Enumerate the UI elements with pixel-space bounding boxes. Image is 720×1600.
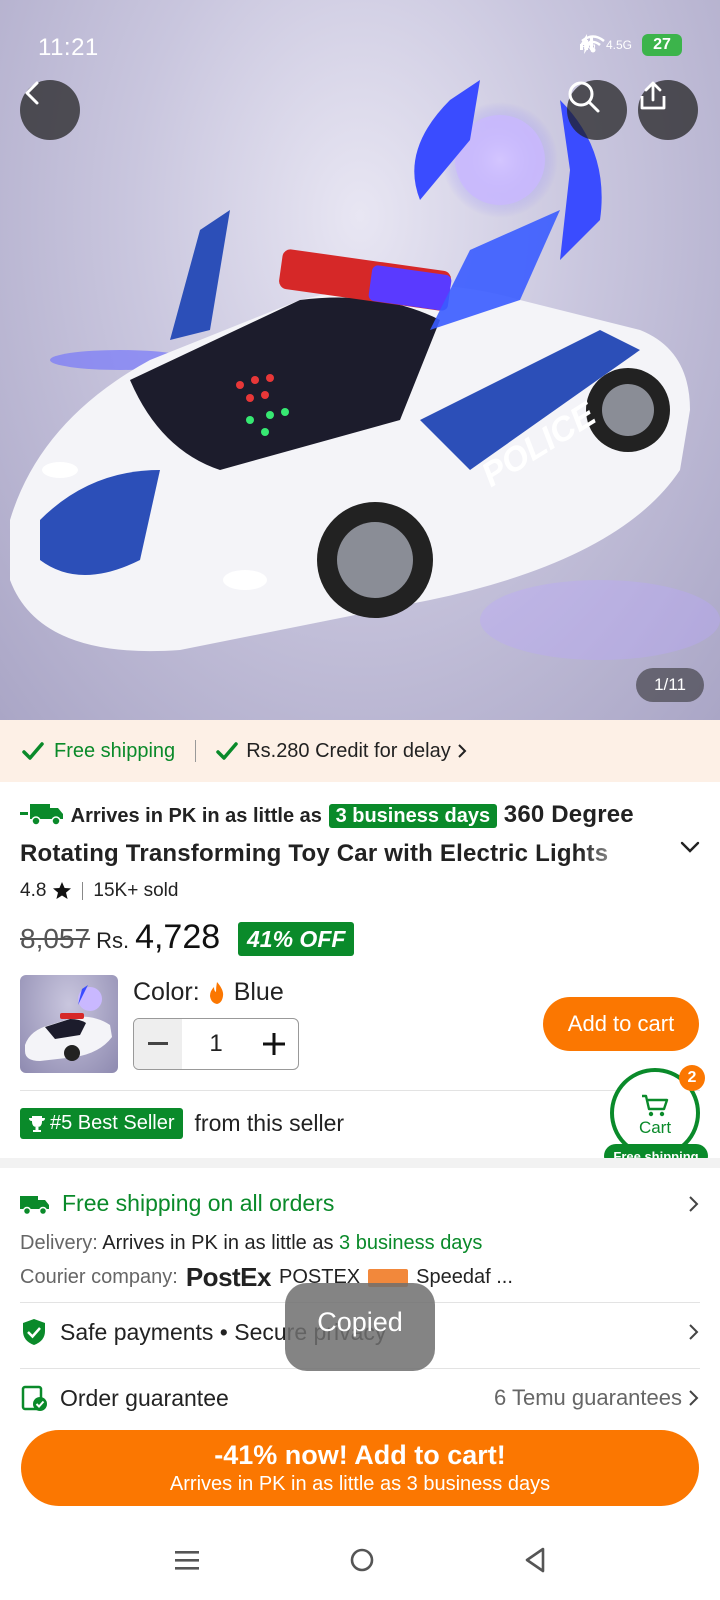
system-nav-bar	[0, 1520, 720, 1600]
section-gap	[0, 1158, 720, 1168]
quantity-value[interactable]: 1	[182, 1019, 250, 1069]
trophy-icon	[29, 1115, 45, 1132]
cart-label: Cart	[638, 1118, 672, 1137]
free-shipping-row[interactable]: Free shipping on all orders	[20, 1190, 700, 1217]
color-selector[interactable]: Color: Blue	[133, 978, 284, 1007]
status-time: 11:21	[38, 34, 99, 61]
copied-toast: Copied	[285, 1283, 435, 1371]
delay-credit-label: Rs.280 Credit for delay	[246, 739, 451, 762]
price-row: 8,057 Rs. 4,728	[20, 918, 220, 957]
color-label: Color:	[133, 978, 200, 1006]
bottom-add-to-cart-button[interactable]: -41% now! Add to cart! Arrives in PK in …	[21, 1430, 699, 1506]
search-icon	[568, 81, 600, 113]
star-icon	[53, 882, 72, 899]
delivery-text: Arrives in PK in as little as	[102, 1232, 334, 1254]
courier-label: Courier company:	[20, 1266, 178, 1288]
discount-badge: 41% OFF	[238, 922, 355, 956]
check-icon	[22, 742, 44, 760]
currency-label: Rs.	[96, 928, 130, 953]
shield-check-icon	[23, 1319, 45, 1345]
chevron-right-icon	[689, 1390, 699, 1406]
rating-value: 4.8	[20, 880, 47, 901]
share-button[interactable]	[638, 80, 698, 140]
plus-icon	[263, 1033, 285, 1055]
product-image-gallery[interactable]: POLICE 11:21 4G 4.5G 27	[0, 0, 720, 720]
menu-icon[interactable]	[174, 1549, 200, 1571]
back-nav-icon[interactable]	[524, 1547, 546, 1573]
original-price: 8,057	[20, 923, 91, 954]
cart-count-badge: 2	[679, 1065, 705, 1091]
quantity-decrease-button[interactable]	[134, 1019, 182, 1069]
section-divider	[20, 1090, 700, 1091]
title-fade	[580, 830, 670, 870]
cta-subtext: Arrives in PK in as little as 3 business…	[169, 1473, 551, 1495]
order-guarantee-row[interactable]: Order guarantee 6 Temu guarantees	[20, 1384, 700, 1412]
clipboard-check-icon	[21, 1385, 47, 1411]
delivery-truck-icon	[20, 804, 63, 826]
chevron-left-icon	[25, 81, 39, 105]
arrives-badge: 3 business days	[328, 804, 498, 828]
rating-row[interactable]: 4.8 15K+ sold	[20, 880, 178, 902]
check-icon	[216, 742, 238, 760]
color-value: Blue	[233, 978, 284, 1006]
arrives-prefix: Arrives in PK in as little as	[70, 805, 322, 827]
best-seller-suffix: from this seller	[194, 1110, 345, 1136]
quantity-increase-button[interactable]	[250, 1019, 298, 1069]
courier-info: Courier company: PostEx POSTEX Speedaf .…	[20, 1262, 513, 1293]
best-seller-label: #5 Best Seller	[50, 1112, 175, 1134]
chevron-right-icon	[458, 744, 467, 758]
strip-divider	[195, 740, 197, 762]
network-45g-label: 4.5G	[605, 38, 632, 52]
delivery-days: 3 business days	[339, 1232, 483, 1254]
cart-icon	[642, 1094, 669, 1117]
rating-divider	[82, 882, 84, 900]
chevron-right-icon	[689, 1195, 699, 1212]
flame-icon	[209, 981, 223, 1004]
status-bar: 11:21 4G 4.5G 27	[0, 0, 720, 90]
search-button[interactable]	[567, 80, 627, 140]
minus-icon	[148, 1042, 168, 1045]
home-icon[interactable]	[349, 1547, 375, 1573]
best-seller-row[interactable]: #5 Best Seller from this seller	[20, 1108, 344, 1139]
floating-cart-button[interactable]: Cart 2 Free shipping	[604, 1065, 708, 1168]
chevron-right-icon	[689, 1324, 699, 1340]
add-to-cart-button[interactable]: Add to cart	[543, 997, 699, 1051]
shipping-strip[interactable]: Free shipping Rs.280 Credit for delay	[0, 720, 720, 782]
speedaf-name: Speedaf ...	[416, 1266, 513, 1288]
order-guarantee-label: Order guarantee	[60, 1384, 229, 1411]
guarantees-count: 6 Temu guarantees	[494, 1385, 682, 1410]
status-icons: 4G 4.5G 27	[579, 34, 682, 56]
sale-price: 4,728	[135, 918, 221, 956]
delivery-info: Delivery: Arrives in PK in as little as …	[20, 1232, 482, 1255]
image-counter: 1/11	[636, 668, 704, 702]
cta-headline: -41% now! Add to cart!	[214, 1440, 506, 1470]
back-button[interactable]	[20, 80, 80, 140]
delay-credit-link[interactable]: Rs.280 Credit for delay	[216, 740, 467, 763]
variant-thumbnail-image	[25, 985, 112, 1061]
charging-icon	[579, 34, 592, 54]
chevron-down-icon[interactable]	[680, 840, 700, 854]
variant-thumbnail[interactable]	[20, 975, 118, 1073]
best-seller-tag: #5 Best Seller	[20, 1108, 183, 1139]
delivery-truck-icon	[20, 1195, 49, 1215]
delivery-label: Delivery:	[20, 1232, 98, 1254]
postex-logo: PostEx	[185, 1262, 272, 1292]
battery-indicator: 27	[642, 34, 682, 56]
share-icon	[640, 81, 666, 110]
sold-count: 15K+ sold	[93, 880, 179, 901]
free-shipping-label: Free shipping	[54, 739, 176, 762]
quantity-stepper: 1	[133, 1018, 299, 1070]
free-shipping-headline: Free shipping on all orders	[62, 1190, 335, 1216]
